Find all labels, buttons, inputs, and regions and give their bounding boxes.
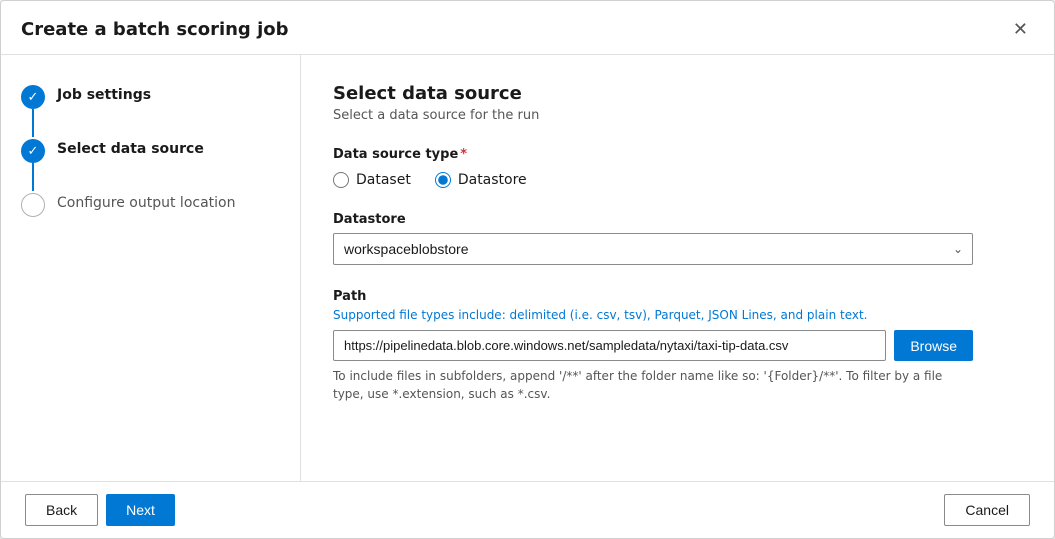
radio-dataset[interactable] [333, 172, 349, 188]
step-connector-1 [32, 109, 34, 137]
path-field: Path Supported file types include: delim… [333, 289, 1022, 403]
step-icon-job-settings: ✓ [21, 85, 45, 109]
browse-button[interactable]: Browse [894, 330, 973, 361]
path-input[interactable] [333, 330, 886, 361]
step-job-settings: ✓ Job settings [21, 83, 280, 109]
main-content: Select data source Select a data source … [301, 55, 1054, 481]
close-button[interactable]: ✕ [1007, 17, 1034, 42]
step-icon-select-data-source: ✓ [21, 139, 45, 163]
create-batch-scoring-dialog: Create a batch scoring job ✕ ✓ Job setti… [0, 0, 1055, 539]
path-help-text: To include files in subfolders, append '… [333, 367, 973, 403]
back-button[interactable]: Back [25, 494, 98, 526]
dialog-header: Create a batch scoring job ✕ [1, 1, 1054, 55]
path-hint: Supported file types include: delimited … [333, 308, 1022, 322]
sidebar: ✓ Job settings ✓ Select data source Conf… [1, 55, 301, 481]
radio-option-datastore[interactable]: Datastore [435, 172, 527, 188]
datastore-label: Datastore [333, 212, 1022, 227]
datastore-field: Datastore workspaceblobstore ⌄ [333, 212, 1022, 265]
checkmark-icon: ✓ [28, 90, 39, 105]
step-label-job-settings: Job settings [57, 83, 151, 106]
step-select-data-source: ✓ Select data source [21, 137, 280, 163]
required-star: * [460, 147, 467, 162]
datastore-select[interactable]: workspaceblobstore [333, 233, 973, 265]
radio-option-dataset[interactable]: Dataset [333, 172, 411, 188]
checkmark-icon-2: ✓ [28, 144, 39, 159]
step-label-configure-output: Configure output location [57, 191, 235, 214]
section-title: Select data source [333, 83, 1022, 104]
section-subtitle: Select a data source for the run [333, 108, 1022, 123]
path-input-row: Browse [333, 330, 973, 361]
dialog-title: Create a batch scoring job [21, 19, 289, 40]
path-label: Path [333, 289, 1022, 304]
radio-datastore[interactable] [435, 172, 451, 188]
close-icon: ✕ [1013, 19, 1028, 39]
datastore-dropdown-wrapper: workspaceblobstore ⌄ [333, 233, 973, 265]
radio-dataset-label[interactable]: Dataset [356, 172, 411, 188]
step-connector-2 [32, 163, 34, 191]
dialog-footer: Back Next Cancel [1, 481, 1054, 538]
step-configure-output: Configure output location [21, 191, 280, 217]
cancel-button[interactable]: Cancel [944, 494, 1030, 526]
footer-left-buttons: Back Next [25, 494, 175, 526]
data-source-type-field: Data source type* Dataset Datastore [333, 147, 1022, 212]
step-label-select-data-source: Select data source [57, 137, 204, 160]
dialog-body: ✓ Job settings ✓ Select data source Conf… [1, 55, 1054, 481]
radio-datastore-label[interactable]: Datastore [458, 172, 527, 188]
data-source-type-label: Data source type* [333, 147, 1022, 162]
step-icon-configure-output [21, 193, 45, 217]
next-button[interactable]: Next [106, 494, 175, 526]
data-source-type-radio-group: Dataset Datastore [333, 172, 1022, 188]
